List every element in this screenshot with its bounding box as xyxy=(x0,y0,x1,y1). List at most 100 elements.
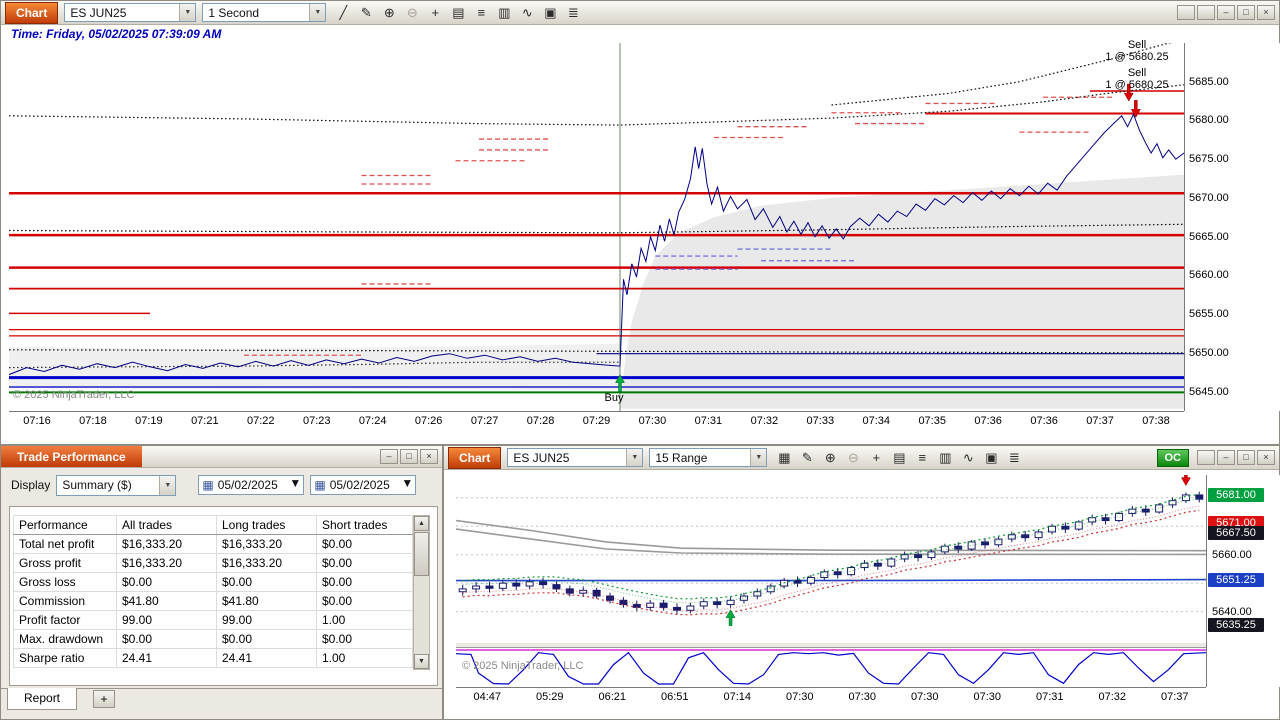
interval-select[interactable]: 1 Second ▼ xyxy=(202,3,327,22)
scrollbar-thumb[interactable] xyxy=(414,532,429,576)
window-button-blank[interactable] xyxy=(1197,450,1215,465)
zoom-in-icon[interactable]: ⊕ xyxy=(378,4,400,22)
table-scrollbar[interactable]: ▲ ▼ xyxy=(413,515,430,670)
minimize-button[interactable]: – xyxy=(380,449,398,464)
tab-report[interactable]: Report xyxy=(7,688,78,710)
zoom-out-icon[interactable]: ⊖ xyxy=(401,4,423,22)
time-axis-label: 07:26 xyxy=(414,415,443,427)
sell-annotation: Sell 1 @ 5680.25 xyxy=(1073,39,1201,63)
close-button[interactable]: × xyxy=(420,449,438,464)
table-cell: $0.00 xyxy=(316,572,413,592)
price-axis[interactable]: 5685.00 5680.00 5675.00 5670.00 5665.00 5660.… xyxy=(1184,43,1280,411)
window-button-blank[interactable] xyxy=(1197,5,1215,20)
trade-performance-titlebar[interactable]: Trade Performance – □ × xyxy=(1,446,442,468)
close-button[interactable]: × xyxy=(1257,5,1275,20)
price-marker-badge: 5635.25 xyxy=(1208,618,1264,633)
chevron-down-icon[interactable]: ▼ xyxy=(289,476,303,494)
scroll-down-icon[interactable]: ▼ xyxy=(414,654,429,669)
display-select[interactable]: Summary ($) ▼ xyxy=(56,474,177,496)
interval-select[interactable]: 15 Range ▼ xyxy=(649,448,768,467)
crosshair-icon[interactable]: + xyxy=(424,4,446,22)
oscillator-panel[interactable] xyxy=(456,647,1206,688)
zigzag-icon[interactable]: ∿ xyxy=(957,449,979,467)
add-tab-button[interactable]: + xyxy=(93,690,115,708)
top-chart-plot[interactable] xyxy=(9,43,1184,411)
pencil-icon[interactable]: ✎ xyxy=(355,4,377,22)
time-axis[interactable]: 07:16 07:18 07:19 07:21 07:22 07:23 07:24 07:26… xyxy=(9,411,1184,434)
close-button[interactable]: × xyxy=(1257,450,1275,465)
copy-chart-icon[interactable]: ▤ xyxy=(447,4,469,22)
zigzag-icon[interactable]: ∿ xyxy=(516,4,538,22)
maximize-button[interactable]: □ xyxy=(400,449,418,464)
window-controls: – □ × xyxy=(1177,5,1275,20)
chevron-down-icon[interactable]: ▼ xyxy=(750,449,767,466)
calendar-icon: ▦ xyxy=(314,478,326,492)
date-from-picker[interactable]: ▦ 05/02/2025 ▼ xyxy=(198,475,305,495)
sell-annotation-detail: 1 @ 5680.25 xyxy=(1105,51,1169,63)
chevron-down-icon[interactable]: ▼ xyxy=(401,476,415,494)
copy-chart-icon[interactable]: ▤ xyxy=(888,449,910,467)
time-axis-label: 07:29 xyxy=(582,415,611,427)
instrument-select[interactable]: ES JUN25 ▼ xyxy=(64,3,197,22)
trendline-icon[interactable]: ╱ xyxy=(332,4,354,22)
table-row: Gross profit $16,333.20 $16,333.20 $0.00 xyxy=(13,553,413,573)
bottom-chart-titlebar[interactable]: Chart ES JUN25 ▼ 15 Range ▼ ▦ ✎ ⊕ ⊖ + ▤ ≡ ▥ ∿ ▣ ≣ … xyxy=(444,446,1279,470)
price-axis-label: 5660.00 xyxy=(1212,548,1252,561)
order-entry-icon[interactable]: ≡ xyxy=(911,449,933,467)
table-cell: 24.41 xyxy=(216,648,317,668)
table-row: Total net profit $16,333.20 $16,333.20 $0.0… xyxy=(13,534,413,554)
minimize-button[interactable]: – xyxy=(1217,450,1235,465)
window-title: Chart xyxy=(5,1,59,24)
date-to-picker[interactable]: ▦ 05/02/2025 ▼ xyxy=(310,475,417,495)
zoom-in-icon[interactable]: ⊕ xyxy=(819,449,841,467)
time-axis-label: 07:24 xyxy=(358,415,387,427)
table-row: Profit factor 99.00 99.00 1.00 xyxy=(13,610,413,630)
minimize-button[interactable]: – xyxy=(1217,5,1235,20)
time-axis-label: 07:19 xyxy=(135,415,163,427)
chart-list-icon[interactable]: ≣ xyxy=(1003,449,1025,467)
time-axis-label: 07:27 xyxy=(470,415,499,427)
indicator-panel-icon[interactable]: ▥ xyxy=(493,4,515,22)
display-label: Display xyxy=(11,478,51,492)
zoom-out-icon[interactable]: ⊖ xyxy=(842,449,864,467)
bottom-chart-plot[interactable] xyxy=(456,475,1206,643)
instrument-select[interactable]: ES JUN25 ▼ xyxy=(507,448,644,467)
chart-style-icon[interactable]: ▦ xyxy=(773,449,795,467)
perf-table-body: Total net profit $16,333.20 $16,333.20 $0.0… xyxy=(13,534,413,668)
time-axis[interactable]: 04:47 05:29 06:21 06:51 07:14 07:30 07:30 07:30… xyxy=(456,687,1206,708)
column-header: Performance xyxy=(13,515,117,535)
instrument-value: ES JUN25 xyxy=(513,450,570,465)
chevron-down-icon[interactable]: ▼ xyxy=(309,4,326,21)
data-box-icon[interactable]: ▣ xyxy=(539,4,561,22)
crosshair-icon[interactable]: + xyxy=(865,449,887,467)
time-axis-label: 07:22 xyxy=(247,415,275,427)
maximize-button[interactable]: □ xyxy=(1237,450,1255,465)
table-cell: $0.00 xyxy=(316,553,413,573)
pencil-icon[interactable]: ✎ xyxy=(796,449,818,467)
sell-annotation-detail: 1 @ 5680.25 xyxy=(1105,79,1169,91)
window-button-blank[interactable] xyxy=(1177,5,1195,20)
scroll-up-icon[interactable]: ▲ xyxy=(414,516,429,531)
chevron-down-icon[interactable]: ▼ xyxy=(179,4,196,21)
table-cell: $41.80 xyxy=(216,591,317,611)
chart-list-icon[interactable]: ≣ xyxy=(562,4,584,22)
table-cell: 1.00 xyxy=(316,648,413,668)
date-to-value: 05/02/2025 xyxy=(329,478,390,492)
order-entry-icon[interactable]: ≡ xyxy=(470,4,492,22)
table-cell: 99.00 xyxy=(216,610,317,630)
price-axis-label: 5655.00 xyxy=(1189,308,1229,321)
indicator-panel-icon[interactable]: ▥ xyxy=(934,449,956,467)
buy-annotation: Buy xyxy=(604,392,624,404)
top-chart-titlebar[interactable]: Chart ES JUN25 ▼ 1 Second ▼ ╱ ✎ ⊕ ⊖ + ▤ ≡ ▥ ∿ ▣ ≣ … xyxy=(1,1,1279,25)
oc-button[interactable]: OC xyxy=(1156,448,1189,467)
price-axis[interactable]: 5680.005660.005640.005681.005671.005667.… xyxy=(1206,475,1280,687)
table-cell: $16,333.20 xyxy=(116,534,217,554)
time-axis-label: 07:31 xyxy=(694,415,723,427)
table-cell: $0.00 xyxy=(116,629,217,649)
chevron-down-icon[interactable]: ▼ xyxy=(159,475,176,495)
table-cell: $0.00 xyxy=(116,572,217,592)
chevron-down-icon[interactable]: ▼ xyxy=(626,449,643,466)
maximize-button[interactable]: □ xyxy=(1237,5,1255,20)
data-box-icon[interactable]: ▣ xyxy=(980,449,1002,467)
price-axis-label: 5680.00 xyxy=(1189,114,1229,127)
